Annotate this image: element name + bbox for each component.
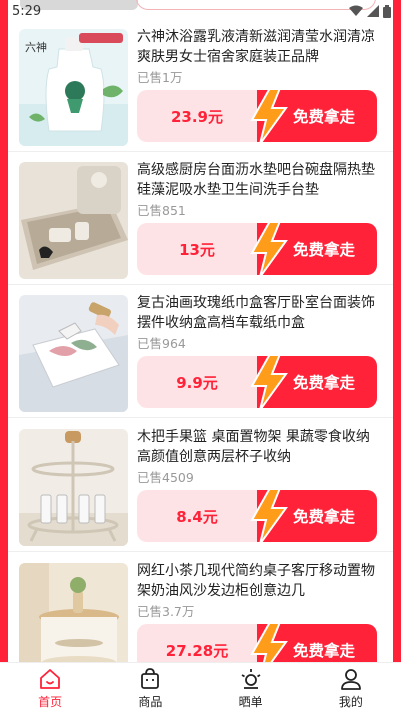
product-card[interactable]: 复古油画玫瑰纸巾盒客厅卧室台面装饰摆件收纳盒高档车载纸巾盒 已售964 9.9元…: [8, 285, 393, 418]
sun-icon: [241, 668, 261, 689]
product-image[interactable]: [19, 563, 128, 662]
free-take-button[interactable]: 9.9元 免费拿走: [137, 356, 377, 408]
product-image[interactable]: [19, 429, 128, 546]
wifi-icon: [349, 5, 363, 16]
product-card[interactable]: 网红小茶几现代简约桌子客厅移动置物架奶油风沙发边柜创意边几 已售3.7万 27.…: [8, 553, 393, 662]
app-screen: 5:29 六神 六神沐浴露乳液清新滋润清莹水润清凉爽肤男女士宿舍家庭装正品牌 已…: [0, 0, 401, 713]
product-sold-count: 已售851: [137, 203, 186, 218]
free-take-button[interactable]: 27.28元 免费拿走: [137, 624, 377, 662]
tab-home[interactable]: 首页: [0, 663, 100, 713]
product-title[interactable]: 六神沐浴露乳液清新滋润清莹水润清凉爽肤男女士宿舍家庭装正品牌: [137, 27, 382, 67]
product-price: 9.9元: [137, 356, 257, 408]
lightning-icon: [250, 356, 288, 408]
status-icons: [349, 4, 391, 18]
product-title[interactable]: 网红小茶几现代简约桌子客厅移动置物架奶油风沙发边柜创意边几: [137, 561, 382, 601]
product-title[interactable]: 复古油画玫瑰纸巾盒客厅卧室台面装饰摆件收纳盒高档车载纸巾盒: [137, 293, 382, 333]
product-price: 23.9元: [137, 90, 257, 142]
lightning-icon: [250, 624, 288, 662]
tab-mine[interactable]: 我的: [301, 663, 401, 713]
product-image[interactable]: 六神: [19, 29, 128, 146]
battery-icon: [383, 4, 391, 18]
tab-label: 商品: [138, 694, 163, 709]
bag-icon: [141, 667, 160, 689]
free-take-button[interactable]: 13元 免费拿走: [137, 223, 377, 275]
status-bar: 5:29: [0, 0, 401, 22]
product-card[interactable]: 高级感厨房台面沥水垫吧台碗盘隔热垫硅藻泥吸水垫卫生间洗手台垫 已售851 13元…: [8, 152, 393, 285]
product-title[interactable]: 高级感厨房台面沥水垫吧台碗盘隔热垫硅藻泥吸水垫卫生间洗手台垫: [137, 160, 382, 200]
tab-products[interactable]: 商品: [100, 663, 200, 713]
product-sold-count: 已售964: [137, 336, 186, 351]
product-price: 13元: [137, 223, 257, 275]
product-title[interactable]: 木把手果篮 桌面置物架 果蔬零食收纳 高颜值创意两层杯子收纳: [137, 427, 382, 467]
status-time: 5:29: [12, 3, 42, 19]
free-take-button[interactable]: 8.4元 免费拿走: [137, 490, 377, 542]
product-image[interactable]: [19, 295, 128, 412]
tab-showcase[interactable]: 晒单: [201, 663, 301, 713]
home-icon: [40, 668, 61, 689]
product-sold-count: 已售3.7万: [137, 604, 195, 619]
product-price: 27.28元: [137, 624, 257, 662]
lightning-icon: [250, 90, 288, 142]
free-take-button[interactable]: 23.9元 免费拿走: [137, 90, 377, 142]
user-icon: [340, 668, 361, 690]
product-list[interactable]: 六神 六神沐浴露乳液清新滋润清莹水润清凉爽肤男女士宿舍家庭装正品牌 已售1万 2…: [8, 0, 393, 662]
tab-label: 首页: [38, 694, 63, 709]
product-price: 8.4元: [137, 490, 257, 542]
lightning-icon: [250, 223, 288, 275]
tab-label: 我的: [338, 694, 363, 709]
product-image[interactable]: [19, 162, 128, 279]
product-sold-count: 已售1万: [137, 70, 183, 85]
product-image-brand: 六神: [25, 40, 47, 54]
product-sold-count: 已售4509: [137, 470, 194, 485]
lightning-icon: [250, 490, 288, 542]
product-card[interactable]: 木把手果篮 桌面置物架 果蔬零食收纳 高颜值创意两层杯子收纳 已售4509 8.…: [8, 419, 393, 552]
tab-label: 晒单: [238, 694, 263, 709]
product-card[interactable]: 六神 六神沐浴露乳液清新滋润清莹水润清凉爽肤男女士宿舍家庭装正品牌 已售1万 2…: [8, 19, 393, 152]
signal-icon: [367, 5, 379, 17]
bottom-tab-bar: 首页 商品 晒单 我的: [0, 662, 401, 713]
